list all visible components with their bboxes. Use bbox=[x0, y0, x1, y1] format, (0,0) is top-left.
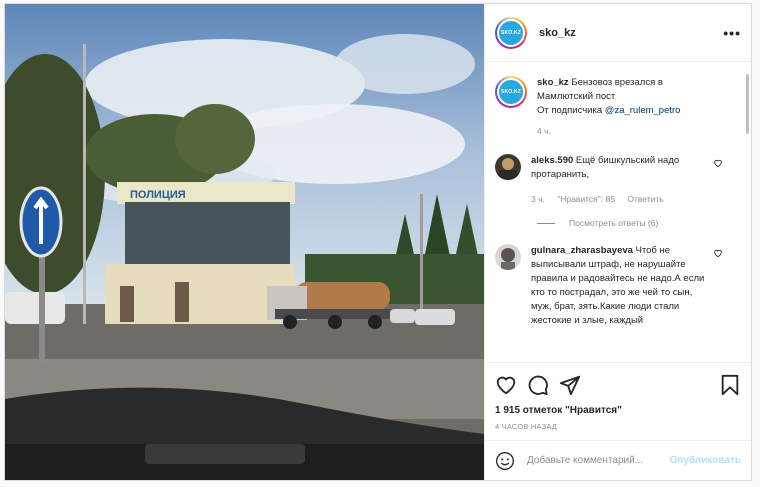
post-actions: 1 915 отметок "Нравится" 4 ЧАСОВ НАЗАД bbox=[485, 362, 751, 431]
emoji-icon[interactable] bbox=[495, 451, 515, 471]
comment-text-block: gulnara_zharasbayeva Чтоб не выписывали … bbox=[531, 244, 711, 328]
caption-avatar[interactable]: SKO.KZ bbox=[495, 76, 527, 108]
commenter-avatar[interactable] bbox=[495, 154, 521, 180]
post-photo[interactable]: ПОЛИЦИЯ bbox=[5, 4, 484, 480]
post-photo-image: ПОЛИЦИЯ bbox=[5, 4, 484, 480]
police-sign-text: ПОЛИЦИЯ bbox=[130, 189, 186, 201]
commenter-avatar[interactable] bbox=[495, 244, 521, 270]
likes-count[interactable]: 1 915 отметок "Нравится" bbox=[495, 405, 741, 416]
caption-time: 4 ч. bbox=[537, 126, 551, 136]
share-send-icon[interactable] bbox=[559, 374, 581, 396]
caption-mention-link[interactable]: @za_rulem_petro bbox=[605, 105, 681, 116]
caption-username[interactable]: sko_kz bbox=[537, 77, 569, 88]
three-dots-icon[interactable]: ••• bbox=[723, 25, 741, 41]
replies-divider bbox=[537, 222, 555, 224]
view-replies-label: Посмотреть ответы (6) bbox=[569, 218, 659, 228]
comment-item: gulnara_zharasbayeva Чтоб не выписывали … bbox=[495, 244, 737, 328]
post-header: SKO.KZ sko_kz ••• bbox=[485, 4, 751, 62]
caption: SKO.KZ sko_kz Бензовоз врезался в Мамлют… bbox=[495, 76, 737, 138]
comment-meta: 3 ч. "Нравится": 85 Ответить bbox=[531, 192, 711, 206]
author-username[interactable]: sko_kz bbox=[539, 27, 576, 39]
comment-text: Чтоб не выписывали штраф, не нарушайте п… bbox=[531, 245, 705, 326]
action-icons bbox=[495, 371, 741, 399]
reply-button[interactable]: Ответить bbox=[627, 194, 663, 204]
heart-icon[interactable] bbox=[713, 248, 723, 258]
comment-username[interactable]: aleks.590 bbox=[531, 155, 573, 166]
author-avatar[interactable]: SKO.KZ bbox=[495, 16, 527, 49]
instagram-post-modal: ПОЛИЦИЯ SKO.KZ sko_kz ••• SKO.KZ sko_kz … bbox=[4, 3, 752, 481]
caption-prefix: От подписчика bbox=[537, 105, 603, 116]
comment-time: 3 ч. bbox=[531, 194, 545, 204]
comment-text-block: aleks.590 Ещё бишкульский надо протарани… bbox=[531, 154, 711, 206]
add-comment-bar: Опубликовать bbox=[485, 440, 751, 480]
comment-likes[interactable]: "Нравится": 85 bbox=[557, 194, 615, 204]
post-side-panel: SKO.KZ sko_kz ••• SKO.KZ sko_kz Бензовоз… bbox=[484, 4, 751, 480]
post-timestamp: 4 ЧАСОВ НАЗАД bbox=[495, 422, 558, 431]
comment-input[interactable] bbox=[527, 455, 657, 466]
bookmark-icon[interactable] bbox=[719, 374, 741, 396]
heart-icon[interactable] bbox=[713, 158, 723, 168]
like-heart-icon[interactable] bbox=[495, 374, 517, 396]
caption-avatar-text: SKO.KZ bbox=[499, 80, 523, 104]
comment-bubble-icon[interactable] bbox=[527, 374, 549, 396]
comment-item: aleks.590 Ещё бишкульский надо протарани… bbox=[495, 154, 737, 206]
caption-text-block: sko_kz Бензовоз врезался в Мамлютский по… bbox=[537, 76, 717, 138]
comments-scrollbar[interactable] bbox=[746, 74, 749, 134]
view-replies-button[interactable]: Посмотреть ответы (6) bbox=[537, 218, 737, 228]
comments-list[interactable]: SKO.KZ sko_kz Бензовоз врезался в Мамлют… bbox=[485, 62, 747, 362]
comment-username[interactable]: gulnara_zharasbayeva bbox=[531, 245, 633, 256]
publish-button[interactable]: Опубликовать bbox=[670, 455, 741, 466]
avatar-logo-text: SKO.KZ bbox=[499, 20, 523, 45]
